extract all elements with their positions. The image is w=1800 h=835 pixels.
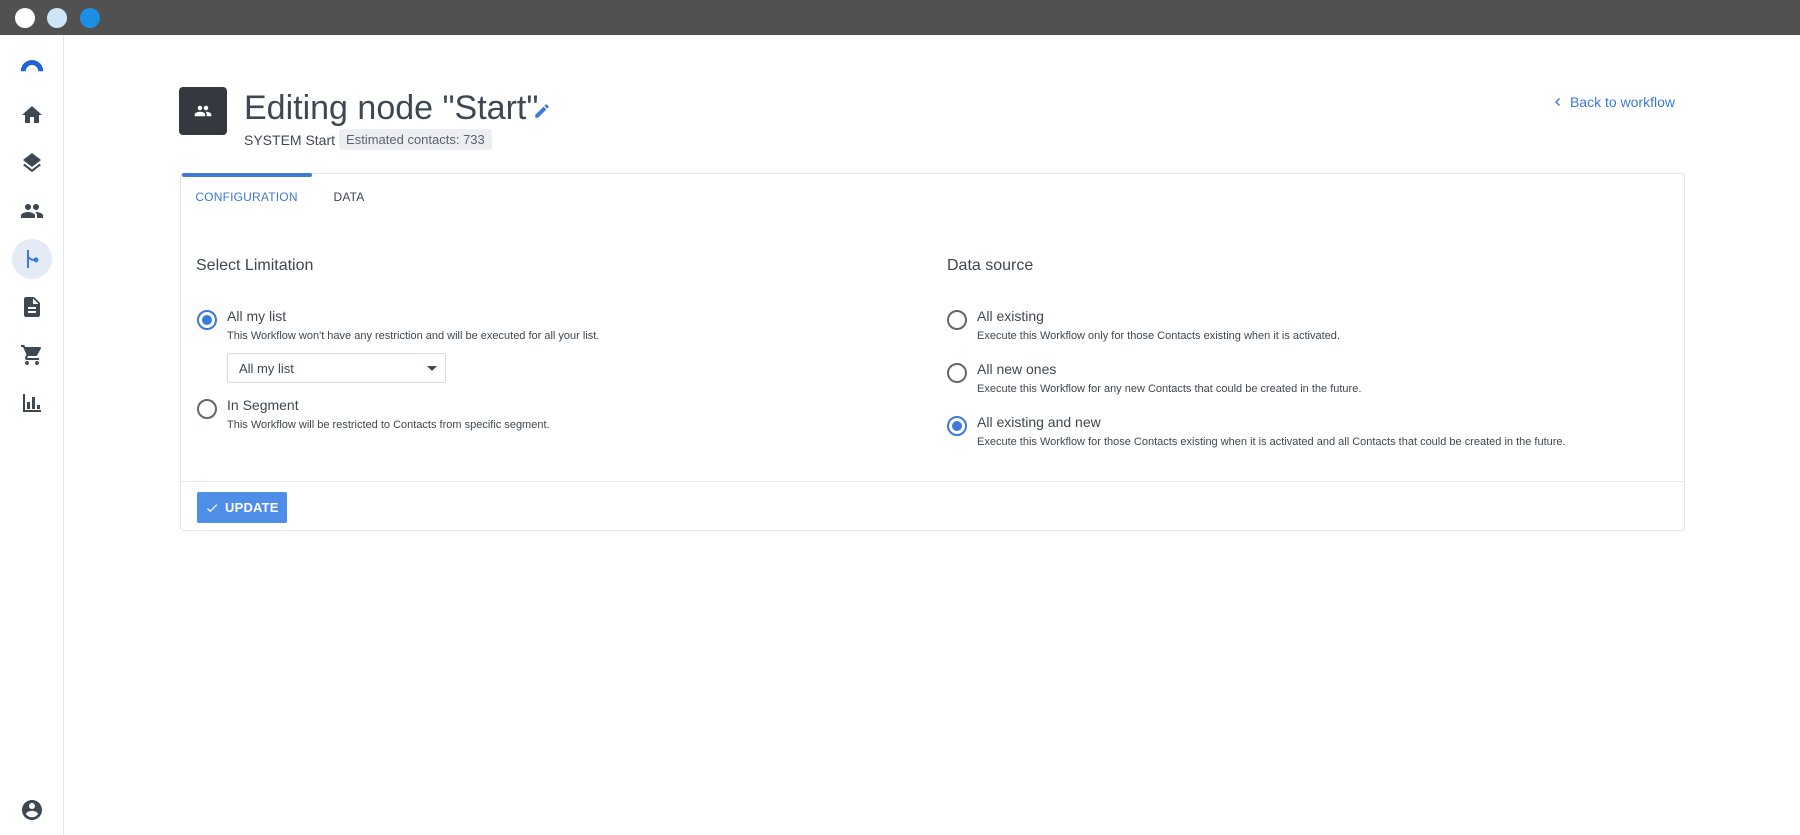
back-link-label: Back to workflow (1569, 94, 1675, 110)
card-footer: UPDATE (181, 481, 1684, 531)
option-label: All existing and new (977, 414, 1101, 430)
option-description: This Workflow will be restricted to Cont… (227, 419, 550, 431)
node-subline: SYSTEM Start Estimated contacts: 733 (244, 129, 492, 150)
list-select[interactable]: All my list (227, 353, 446, 383)
sidebar (0, 35, 64, 835)
sidebar-item-contacts[interactable] (12, 191, 52, 231)
option-description: This Workflow won't have any restriction… (227, 330, 600, 342)
configuration-card: CONFIGURATION DATA Select Limitation All… (180, 173, 1685, 531)
radio-all-existing-and-new[interactable] (947, 416, 967, 436)
account-icon (22, 800, 42, 820)
node-type-badge (179, 87, 227, 135)
window-dot-white[interactable] (15, 8, 35, 28)
list-select-value: All my list (239, 360, 294, 376)
caret-down-icon (427, 366, 437, 371)
document-icon (24, 297, 40, 317)
chevron-left-icon (1554, 98, 1560, 106)
select-limitation-title: Select Limitation (196, 257, 314, 274)
window-dot-light-blue[interactable] (47, 8, 67, 28)
sidebar-item-documents[interactable] (12, 287, 52, 327)
sidebar-item-cart[interactable] (12, 335, 52, 375)
radio-all-my-list[interactable] (197, 310, 217, 330)
option-description: Execute this Workflow only for those Con… (977, 330, 1340, 342)
page-title: Editing node "Start" (244, 89, 539, 127)
sidebar-item-layers[interactable] (12, 143, 52, 183)
pencil-icon (535, 104, 549, 118)
limitation-option-in-segment[interactable]: In Segment This Workflow will be restric… (197, 396, 550, 432)
option-label: All existing (977, 308, 1044, 324)
limitation-option-all-my-list[interactable]: All my list This Workflow won't have any… (197, 307, 599, 343)
sidebar-item-workflow[interactable] (12, 239, 52, 279)
window-titlebar (0, 0, 1800, 35)
layers-icon (23, 153, 41, 173)
update-button-label: UPDATE (225, 500, 279, 515)
option-description: Execute this Workflow for those Contacts… (977, 436, 1566, 448)
data-source-option-all-existing-and-new[interactable]: All existing and new Execute this Workfl… (947, 413, 1566, 449)
option-description: Execute this Workflow for any new Contac… (977, 383, 1362, 395)
edit-title-button[interactable] (533, 102, 553, 122)
sidebar-item-home[interactable] (12, 95, 52, 135)
window-dot-blue[interactable] (80, 8, 100, 28)
data-source-option-all-new[interactable]: All new ones Execute this Workflow for a… (947, 360, 1361, 396)
option-label: All new ones (977, 361, 1057, 377)
bar-chart-icon (23, 394, 41, 412)
back-to-workflow-link[interactable]: Back to workflow (1552, 94, 1675, 110)
people-icon (21, 204, 43, 218)
system-label: SYSTEM Start (244, 131, 336, 148)
tab-bar: CONFIGURATION DATA (181, 173, 386, 219)
sidebar-item-reports[interactable] (12, 383, 52, 423)
radio-in-segment[interactable] (197, 399, 217, 419)
data-source-title: Data source (947, 257, 1034, 274)
estimated-contacts-badge: Estimated contacts: 733 (339, 129, 492, 150)
workflow-icon (27, 250, 39, 268)
tab-data[interactable]: DATA (312, 174, 386, 219)
option-label: In Segment (227, 397, 299, 413)
tab-configuration[interactable]: CONFIGURATION (181, 173, 312, 219)
check-icon (206, 503, 218, 512)
logo-icon[interactable] (12, 45, 52, 85)
home-icon (22, 106, 42, 123)
update-button[interactable]: UPDATE (197, 492, 287, 523)
people-icon (194, 105, 212, 117)
option-label: All my list (227, 308, 287, 324)
data-source-option-all-existing[interactable]: All existing Execute this Workflow only … (947, 307, 1340, 343)
cart-icon (21, 345, 42, 365)
radio-all-new[interactable] (947, 363, 967, 383)
sidebar-item-account[interactable] (12, 790, 52, 830)
radio-all-existing[interactable] (947, 310, 967, 330)
